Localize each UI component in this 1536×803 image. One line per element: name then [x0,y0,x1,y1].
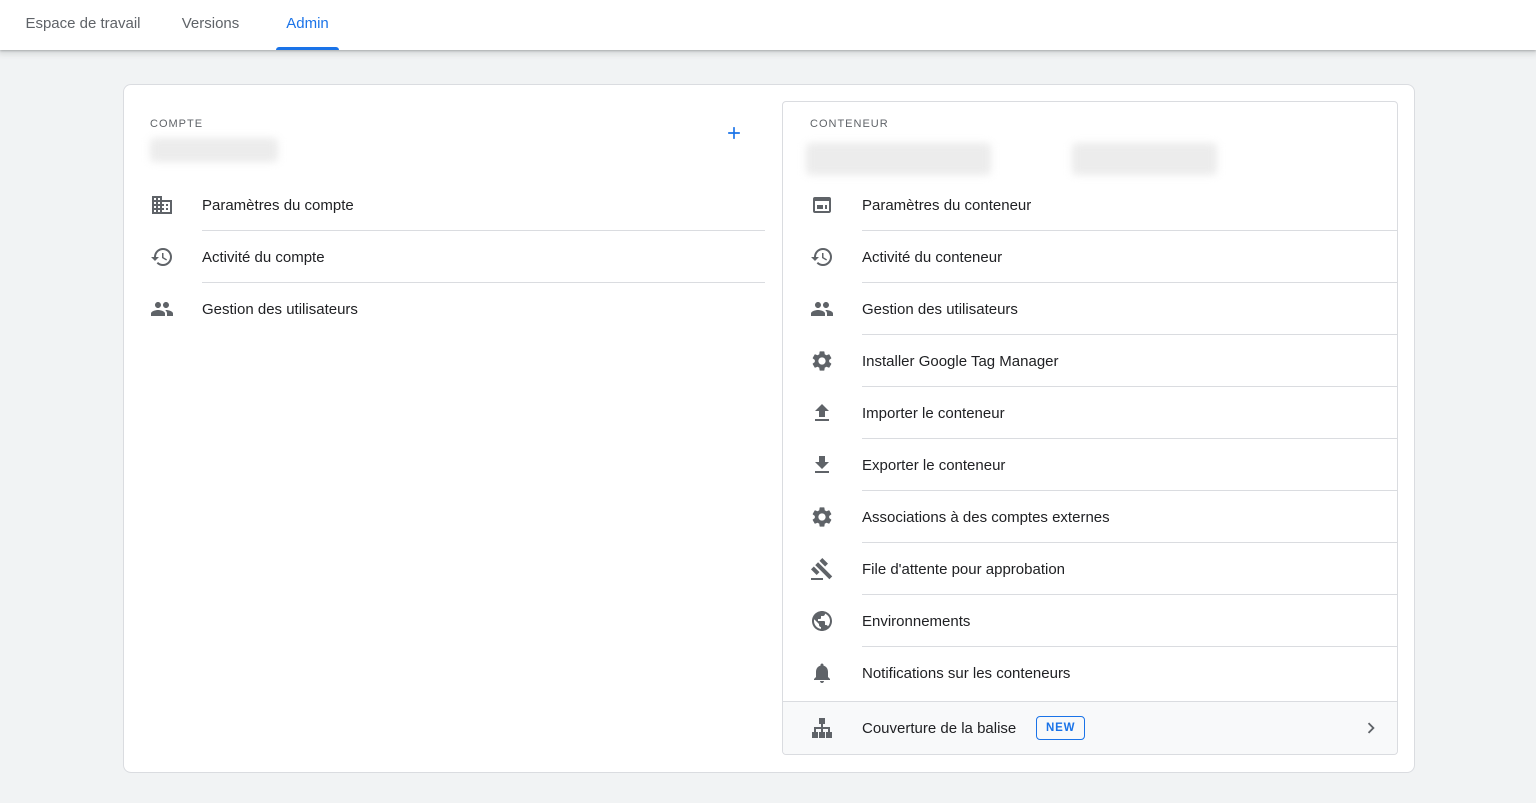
approval-queue-label: File d'attente pour approbation [862,560,1066,578]
add-icon [724,123,744,143]
chevron-right-icon [1359,716,1383,740]
external-accounts-row[interactable]: Associations à des comptes externes [783,491,1397,543]
upload-icon [810,401,834,425]
bell-icon [810,661,834,685]
container-name-redacted [806,143,991,175]
environments-label: Environnements [862,612,971,630]
gavel-icon [810,557,834,581]
container-notifications-row[interactable]: Notifications sur les conteneurs [783,647,1397,699]
globe-icon [810,609,834,633]
people-icon [150,297,174,321]
install-gtm-label: Installer Google Tag Manager [862,352,1059,370]
export-container-label: Exporter le conteneur [862,456,1006,474]
top-tab-bar: Espace de travail Versions Admin [0,0,1536,50]
account-settings-label: Paramètres du compte [202,196,354,214]
domain-icon [150,193,174,217]
settings-icon [810,505,834,529]
import-container-row[interactable]: Importer le conteneur [783,387,1397,439]
environments-row[interactable]: Environnements [783,595,1397,647]
install-gtm-row[interactable]: Installer Google Tag Manager [783,335,1397,387]
container-settings-label: Paramètres du conteneur [862,196,1032,214]
export-container-row[interactable]: Exporter le conteneur [783,439,1397,491]
settings-icon [810,349,834,373]
history-icon [150,245,174,269]
web-asset-icon [810,193,834,217]
external-accounts-label: Associations à des comptes externes [862,508,1110,526]
history-icon [810,245,834,269]
tab-versions[interactable]: Versions [179,0,242,50]
approval-queue-row[interactable]: File d'attente pour approbation [783,543,1397,595]
account-activity-row[interactable]: Activité du compte [123,231,765,283]
container-id-redacted [1072,143,1217,175]
tab-workspace[interactable]: Espace de travail [20,0,146,50]
account-name-redacted [150,138,278,162]
tab-admin[interactable]: Admin [276,0,339,50]
import-container-label: Importer le conteneur [862,404,1005,422]
container-settings-row[interactable]: Paramètres du conteneur [783,179,1397,231]
container-activity-row[interactable]: Activité du conteneur [783,231,1397,283]
people-icon [810,297,834,321]
account-user-management-row[interactable]: Gestion des utilisateurs [123,283,765,335]
container-section-label: CONTENEUR [810,118,889,130]
active-tab-indicator [276,47,339,50]
container-activity-label: Activité du conteneur [862,248,1003,266]
tag-coverage-row[interactable]: Couverture de la balise NEW [783,701,1397,754]
account-settings-row[interactable]: Paramètres du compte [123,179,765,231]
tag-coverage-label: Couverture de la balise [862,719,1017,737]
container-notifications-label: Notifications sur les conteneurs [862,664,1071,682]
tab-admin-label: Admin [286,15,329,32]
account-activity-label: Activité du compte [202,248,325,266]
add-account-button[interactable] [720,119,748,147]
container-user-management-label: Gestion des utilisateurs [862,300,1018,318]
download-icon [810,453,834,477]
account-section-label: COMPTE [150,118,204,130]
sitemap-icon [810,716,834,740]
new-badge: NEW [1036,716,1086,740]
container-user-management-row[interactable]: Gestion des utilisateurs [783,283,1397,335]
account-user-management-label: Gestion des utilisateurs [202,300,358,318]
